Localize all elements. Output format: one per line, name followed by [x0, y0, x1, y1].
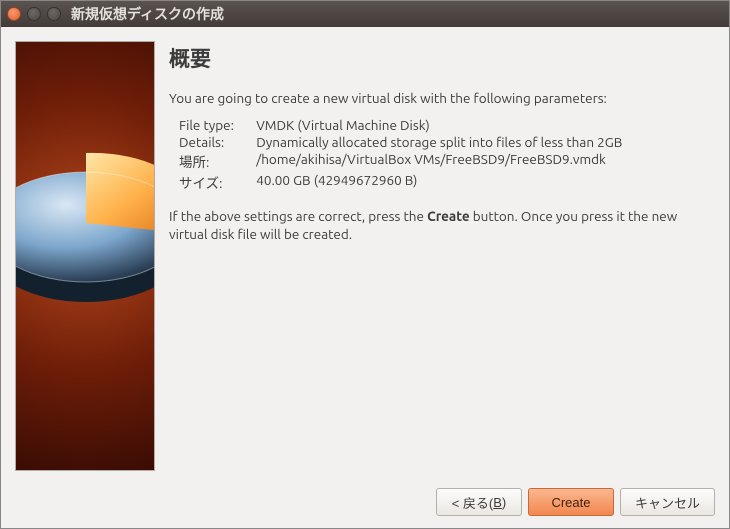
wizard-sidebar-image	[15, 41, 155, 471]
minimize-icon[interactable]	[27, 7, 41, 21]
page-heading: 概要	[169, 43, 715, 73]
label-location: 場所:	[179, 151, 256, 172]
dialog-content: 概要 You are going to create a new virtual…	[1, 27, 729, 528]
label-file-type: File type:	[179, 117, 256, 134]
body-area: 概要 You are going to create a new virtual…	[1, 27, 729, 478]
back-button[interactable]: < 戻る(B)	[436, 488, 522, 516]
outro-pre: If the above settings are correct, press…	[169, 208, 427, 224]
value-location: /home/akihisa/VirtualBox VMs/FreeBSD9/Fr…	[256, 151, 715, 172]
label-size: サイズ:	[179, 172, 256, 193]
window-title: 新規仮想ディスクの作成	[71, 4, 224, 24]
maximize-icon[interactable]	[47, 7, 61, 21]
row-size: サイズ: 40.00 GB (42949672960 B)	[179, 172, 715, 193]
row-details: Details: Dynamically allocated storage s…	[179, 134, 715, 151]
value-details: Dynamically allocated storage split into…	[256, 134, 715, 151]
close-icon[interactable]	[7, 7, 21, 21]
outro-bold: Create	[427, 208, 470, 224]
titlebar: 新規仮想ディスクの作成	[1, 1, 729, 27]
summary-table: File type: VMDK (Virtual Machine Disk) D…	[179, 117, 715, 193]
outro-text: If the above settings are correct, press…	[169, 207, 715, 243]
row-file-type: File type: VMDK (Virtual Machine Disk)	[179, 117, 715, 134]
button-bar: < 戻る(B) Create キャンセル	[1, 478, 729, 528]
row-location: 場所: /home/akihisa/VirtualBox VMs/FreeBSD…	[179, 151, 715, 172]
main-column: 概要 You are going to create a new virtual…	[169, 41, 715, 478]
cancel-button[interactable]: キャンセル	[620, 488, 715, 516]
value-size: 40.00 GB (42949672960 B)	[256, 172, 715, 193]
create-button[interactable]: Create	[528, 488, 614, 516]
intro-text: You are going to create a new virtual di…	[169, 89, 715, 107]
value-file-type: VMDK (Virtual Machine Disk)	[256, 117, 715, 134]
disk-pie-icon	[15, 127, 155, 347]
label-details: Details:	[179, 134, 256, 151]
